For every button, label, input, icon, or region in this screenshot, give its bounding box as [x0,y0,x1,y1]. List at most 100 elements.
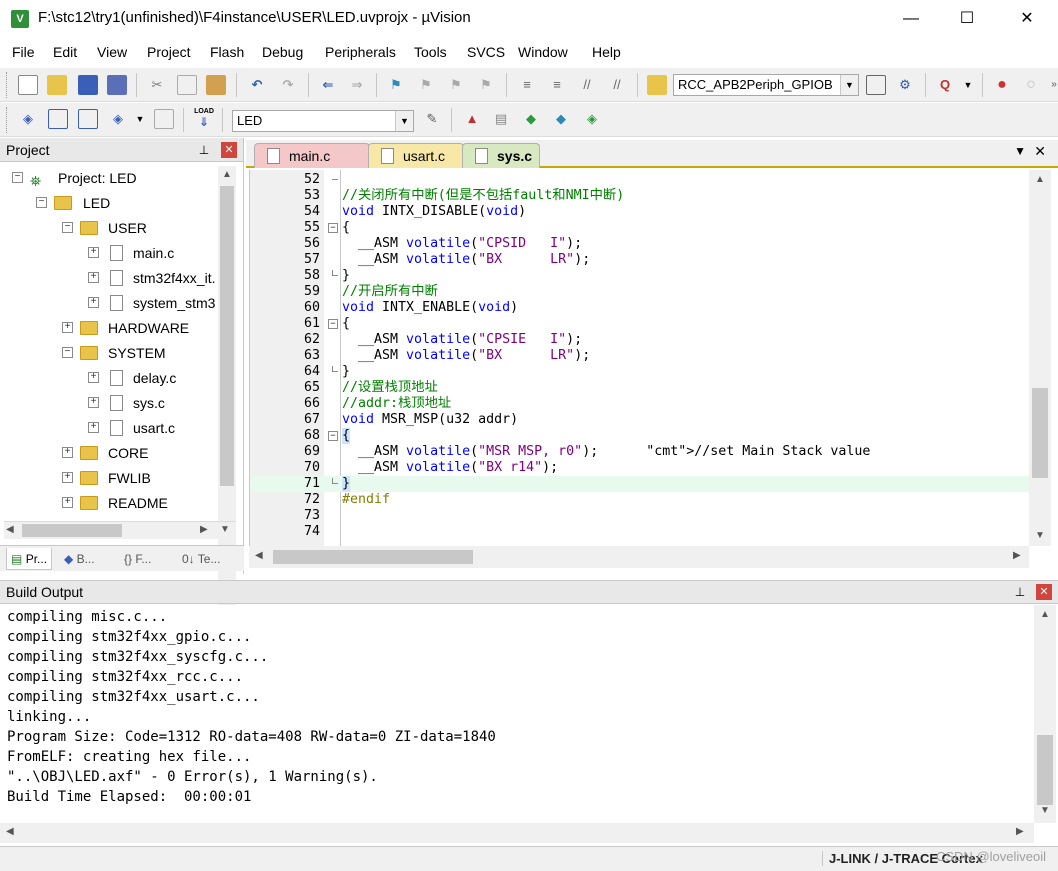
maximize-button[interactable]: ☐ [944,0,990,38]
scrollbar-thumb[interactable] [273,550,473,564]
tree-item-core[interactable]: + CORE [2,441,216,465]
tree-item-readme[interactable]: + README [2,491,216,515]
new-file-icon[interactable] [18,75,38,95]
code-line[interactable]: 55−{ [250,220,1029,236]
close-pane-button[interactable]: ✕ [221,142,237,158]
menu-project[interactable]: Project [147,44,191,60]
menu-debug[interactable]: Debug [262,44,303,60]
code-line[interactable]: 63 __ASM volatile("BX LR"); [250,348,1029,364]
code-line[interactable]: 61−{ [250,316,1029,332]
code-line[interactable]: 57 __ASM volatile("BX LR"); [250,252,1029,268]
code-line[interactable]: 53 //关闭所有中断(但是不包括fault和NMI中断) [250,188,1029,204]
editor-vertical-scrollbar[interactable]: ▲ ▼ [1029,170,1051,546]
menu-edit[interactable]: Edit [53,44,77,60]
code-editor[interactable]: 52 53 //关闭所有中断(但是不包括fault和NMI中断) 54 void I… [249,170,1029,548]
tab-main-c[interactable]: main.c [254,143,370,168]
code-line[interactable]: 58} [250,268,1029,284]
fold-collapse-icon[interactable]: − [328,431,338,441]
find-icon[interactable] [866,75,886,95]
scroll-right-icon[interactable]: ▶ [200,524,208,535]
copy-icon[interactable] [177,75,197,95]
scroll-up-icon[interactable]: ▲ [222,169,232,180]
scroll-down-icon[interactable]: ▼ [1035,530,1045,541]
scroll-left-icon[interactable]: ◀ [6,826,14,837]
toolbar-overflow-icon[interactable]: » [1044,75,1058,95]
tree-item-target-led[interactable]: − LED [2,191,216,215]
code-line[interactable]: 68−{ [250,428,1029,444]
menu-view[interactable]: View [97,44,127,60]
collapse-icon[interactable]: − [12,172,23,183]
redo-icon[interactable]: ↷ [278,75,298,95]
code-line[interactable]: 54 void INTX_DISABLE(void) [250,204,1029,220]
target-select[interactable]: LED ▼ [232,110,414,132]
build-icon[interactable] [48,109,68,129]
scroll-right-icon[interactable]: ▶ [1016,826,1024,837]
stop-build-icon[interactable] [154,109,174,129]
expand-icon[interactable]: + [62,472,73,483]
code-line[interactable]: 62 __ASM volatile("CPSIE I"); [250,332,1029,348]
expand-icon[interactable]: + [62,322,73,333]
scroll-down-icon[interactable]: ▼ [1040,805,1050,816]
code-line[interactable]: 59 //开启所有中断 [250,284,1029,300]
fold-collapse-icon[interactable]: − [328,319,338,329]
code-line[interactable]: 69 __ASM volatile("MSR MSP, r0"); "cmt">… [250,444,1029,460]
paste-icon[interactable] [206,75,226,95]
scroll-left-icon[interactable]: ◀ [255,550,263,561]
cut-icon[interactable]: ✂ [147,75,167,95]
unindent-icon[interactable]: ≡ [547,75,567,95]
menu-svcs[interactable]: SVCS [467,44,505,60]
expand-icon[interactable]: + [88,372,99,383]
pin-icon[interactable]: ⊥ [196,142,212,158]
debug-session-icon[interactable]: Q [935,75,955,95]
menu-file[interactable]: File [12,44,35,60]
load-download-icon[interactable]: LOAD ⇓ [194,107,214,128]
collapse-icon[interactable]: − [36,197,47,208]
collapse-icon[interactable]: − [62,222,73,233]
run-time-environment-icon[interactable]: ◈ [582,109,602,129]
tree-item-fwlib[interactable]: + FWLIB [2,466,216,490]
toolbar-grip[interactable] [6,107,9,133]
output-horizontal-scrollbar[interactable]: ◀ ▶ [0,823,1034,843]
scroll-down-icon[interactable]: ▼ [220,524,230,535]
code-line[interactable]: 73 [250,508,1029,524]
incremental-find-icon[interactable]: ⚙ [895,75,915,95]
scrollbar-thumb[interactable] [220,186,234,486]
undo-icon[interactable]: ↶ [247,75,267,95]
tree-item-delay-c[interactable]: + delay.c [2,366,216,390]
batch-build-icon[interactable]: ◈ [108,109,128,129]
rebuild-icon[interactable] [78,109,98,129]
navigate-forward-icon[interactable]: ⇒ [347,75,367,95]
open-folder-icon[interactable] [47,75,67,95]
code-line[interactable]: 56 __ASM volatile("CPSID I"); [250,236,1029,252]
pack-installer-icon[interactable]: ◆ [521,109,541,129]
menu-flash[interactable]: Flash [210,44,244,60]
chevron-down-icon[interactable]: ▼ [840,75,858,95]
expand-icon[interactable]: + [62,497,73,508]
toolbar-grip[interactable] [6,72,9,98]
code-line[interactable]: 64} [250,364,1029,380]
find-in-files-icon[interactable] [647,75,667,95]
code-line[interactable]: 67 void MSR_MSP(u32 addr) [250,412,1029,428]
scroll-left-icon[interactable]: ◀ [6,524,14,535]
tab-project[interactable]: ▤ Pr... [6,548,53,570]
tree-item-usart-c[interactable]: + usart.c [2,416,216,440]
expand-icon[interactable]: + [88,397,99,408]
menu-window[interactable]: Window [518,44,568,60]
editor-horizontal-scrollbar[interactable]: ◀ ▶ [249,546,1029,568]
disable-breakpoint-icon[interactable]: ○ [1021,75,1041,95]
tree-horizontal-scrollbar[interactable]: ◀ ▶ ▼ [4,521,236,539]
expand-icon[interactable]: + [88,422,99,433]
tree-item-system[interactable]: − SYSTEM [2,341,216,365]
comment-icon[interactable]: // [577,75,597,95]
clear-bookmarks-icon[interactable]: ⚑ [476,75,496,95]
menu-tools[interactable]: Tools [414,44,447,60]
select-packs-icon[interactable]: ◆ [551,109,571,129]
next-bookmark-icon[interactable]: ⚑ [446,75,466,95]
code-line[interactable]: 60 void INTX_ENABLE(void) [250,300,1029,316]
manage-multi-project-icon[interactable]: ▤ [491,109,511,129]
pin-icon[interactable]: ⊥ [1012,584,1028,600]
code-line-current[interactable]: 71} [250,476,1029,492]
bookmark-icon[interactable]: ⚑ [386,75,406,95]
expand-icon[interactable]: + [62,447,73,458]
manage-project-items-icon[interactable]: ▲ [462,109,482,129]
